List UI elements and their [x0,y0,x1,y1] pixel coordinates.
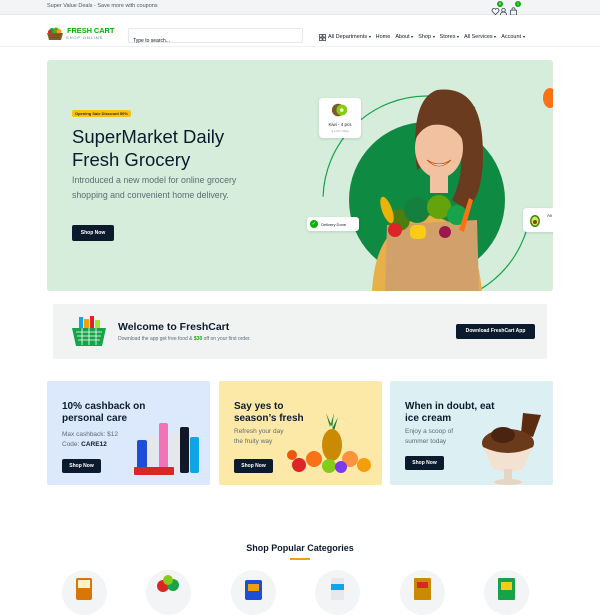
top-bar: Super Value Deals - Save more with coupo… [0,0,600,16]
promo-message: Super Value Deals - Save more with coupo… [47,3,158,9]
promo-line-2: the fruity way [234,438,273,445]
promo-shop-now-button[interactable]: Shop Now [405,456,444,470]
discount-badge: Opening Sale Discount 50% [72,110,131,117]
promo-line-1: Refresh your day [234,428,284,435]
chevron-down-icon [368,36,371,38]
category-snacks[interactable] [231,570,276,615]
departments-label: All Departments [328,34,368,40]
category-fruits-vegetables[interactable] [146,570,191,615]
nav-label: About [395,34,410,40]
orange-fruit-decoration [543,88,553,108]
heading-underline [290,558,310,560]
main-header: FRESH CART SHOP ONLINE All Departments H… [0,15,600,48]
category-bakery[interactable] [62,570,107,615]
categories-heading: Shop Popular Categories [246,543,354,553]
user-button[interactable] [499,3,508,16]
promo-shop-now-button[interactable]: Shop Now [62,459,101,473]
hero-shop-now-button[interactable]: Shop Now [72,225,114,241]
welcome-discount: $30 [193,336,203,342]
basket-logo-icon [47,27,63,40]
kiwi-product-card[interactable]: Kiwi - 4 pcs $ 4.99 / 500g [319,98,361,138]
avocado-label: Av [547,213,553,218]
welcome-text-end: off on your first order. [202,336,251,342]
milk-carton-icon [331,578,344,600]
category-dairy[interactable] [315,570,360,615]
nav-label: All Services [463,34,493,40]
promo-code-value: CARE12 [81,441,107,448]
delivery-status-card: ✓ Delivery Done [307,217,359,231]
main-nav: All Departments Home About Shop Stores A… [319,32,530,42]
hero-banner: Opening Sale Discount 50% SuperMarket Da… [47,60,553,291]
grid-icon [319,33,326,41]
nav-item-account[interactable]: Account [501,34,525,40]
tea-pack-icon [498,578,515,600]
kiwi-label: Kiwi - 4 pcs [328,122,352,127]
nav-item-services[interactable]: All Services [463,34,497,40]
chevron-down-icon [522,36,525,38]
nav-label: Home [375,34,391,40]
search-input[interactable] [129,34,302,48]
nav-item-shop[interactable]: Shop [418,34,435,40]
category-grocery[interactable] [400,570,445,615]
check-icon: ✓ [310,220,318,228]
ice-cream-image [482,413,541,485]
kiwi-price: $ 4.99 / 500g [331,129,349,133]
chevron-down-icon [411,36,414,38]
grocery-box-icon [414,578,431,600]
logo-name: FRESH CART [67,26,115,35]
chevron-down-icon [494,36,497,38]
personal-care-products-image [134,423,199,475]
download-app-button[interactable]: Download FreshCart App [456,324,535,339]
chips-pack-icon [245,580,262,600]
cart-button[interactable]: 1 [509,1,521,16]
hero-title: SuperMarket Daily Fresh Grocery [72,126,225,170]
bread-icon [76,578,92,600]
avocado-product-card[interactable]: Av [523,208,553,232]
promo-code: Code: CARE12 [62,440,107,450]
grocery-basket-icon [72,316,106,346]
kiwi-icon [331,103,348,117]
nav-item-home[interactable]: Home [376,34,391,40]
welcome-subtitle: Download the app get free food & $30 off… [118,336,251,342]
hero-subtitle: Introduced a new model for online grocer… [72,175,237,200]
promo-card-personal-care: 10% cashback on personal care Max cashba… [47,381,210,485]
promo-card-ice-cream: When in doubt, eat ice cream Enjoy a sco… [390,381,553,485]
promo-line-2: summer today [405,438,447,445]
nav-label: Stores [439,34,456,40]
delivery-label: Delivery Done [321,222,347,227]
cart-count-badge: 1 [515,1,521,7]
promo-cashback: Max cashback: $12 [62,431,119,438]
search-box [128,28,303,48]
promo-card-fresh-fruits: Say yes to season’s fresh Refresh your d… [219,381,382,485]
vegetables-icon [157,575,179,592]
chevron-down-icon [432,36,435,38]
promo-shop-now-button[interactable]: Shop Now [234,459,273,473]
nav-label: Shop [418,34,432,40]
logo-tagline: SHOP ONLINE [66,35,104,40]
welcome-text: Download the app get free food & [118,336,194,342]
category-tea-coffee[interactable] [484,570,529,615]
welcome-title: Welcome to FreshCart [118,321,230,333]
avocado-icon [530,215,540,227]
fruits-basket-image [287,413,371,473]
nav-label: Account [501,34,522,40]
promo-code-label: Code: [62,441,82,448]
chevron-down-icon [456,36,459,38]
nav-item-stores[interactable]: Stores [440,34,459,40]
nav-item-about[interactable]: About [395,34,414,40]
logo[interactable]: FRESH CART SHOP ONLINE [46,26,122,44]
welcome-banner: Welcome to FreshCart Download the app ge… [53,304,547,359]
promo-line-1: Enjoy a scoop of [405,428,454,435]
departments-menu[interactable]: All Departments [319,33,371,41]
